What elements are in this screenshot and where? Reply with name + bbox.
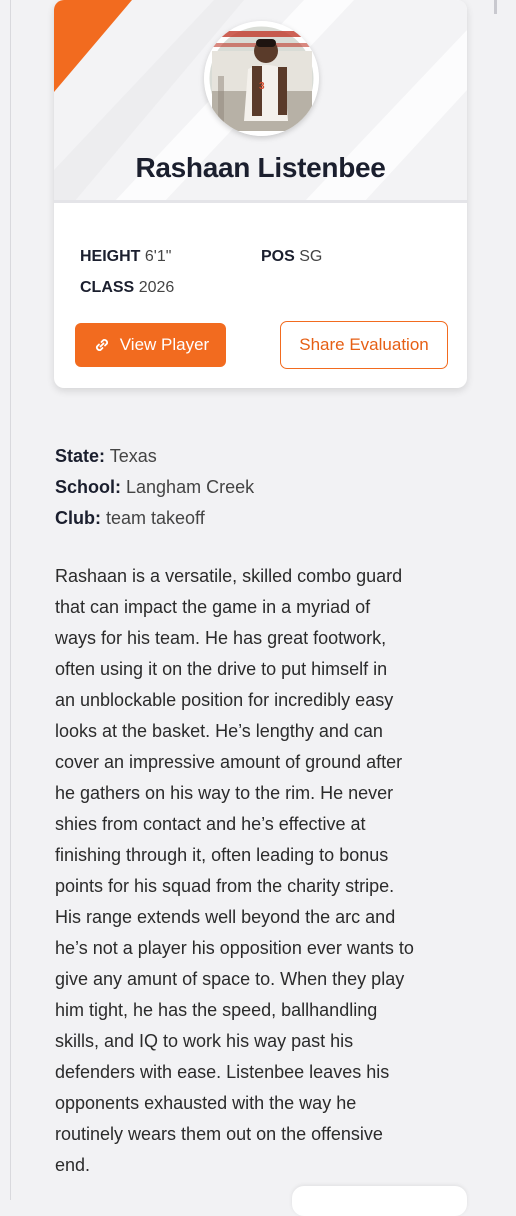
stat-position-value: SG [299,248,323,265]
share-evaluation-label: Share Evaluation [299,335,429,354]
stat-class: CLASS 2026 [80,279,174,297]
stat-class-value: 2026 [138,279,175,296]
player-name: Rashaan Listenbee [135,152,386,183]
hero-divider [54,200,467,203]
detail-club: Club: team takeoff [55,508,205,529]
detail-school: School: Langham Creek [55,477,254,498]
stat-height-value: 6'1" [144,248,172,265]
share-evaluation-button[interactable]: Share Evaluation [280,321,448,369]
detail-school-label: School: [55,477,121,497]
detail-state-label: State: [55,446,106,466]
detail-club-value: team takeoff [106,508,205,528]
evaluation-text: Rashaan is a versatile, skilled combo gu… [55,566,414,1175]
player-photo-icon: 3 [204,21,319,136]
stat-position-label: POS [261,248,295,265]
player-card: 3 Rashaan Listenbee HEIGHT 6'1" POS SG C… [54,0,467,388]
detail-state: State: Texas [55,446,157,467]
stat-height-label: HEIGHT [80,248,141,265]
detail-school-value: Langham Creek [126,477,255,497]
next-card-peek [292,1186,467,1216]
stat-position: POS SG [261,248,322,266]
scroll-indicator [494,0,497,14]
card-hero: 3 Rashaan Listenbee [54,0,467,202]
player-avatar: 3 [204,21,319,136]
view-player-button[interactable]: View Player [75,323,226,367]
view-player-label: View Player [119,335,210,354]
accent-corner [54,0,132,92]
detail-state-value: Texas [109,446,157,466]
svg-text:3: 3 [259,81,265,92]
stat-height: HEIGHT 6'1" [80,248,171,266]
link-icon [92,335,112,355]
detail-club-label: Club: [55,508,101,528]
stat-class-label: CLASS [80,279,135,296]
